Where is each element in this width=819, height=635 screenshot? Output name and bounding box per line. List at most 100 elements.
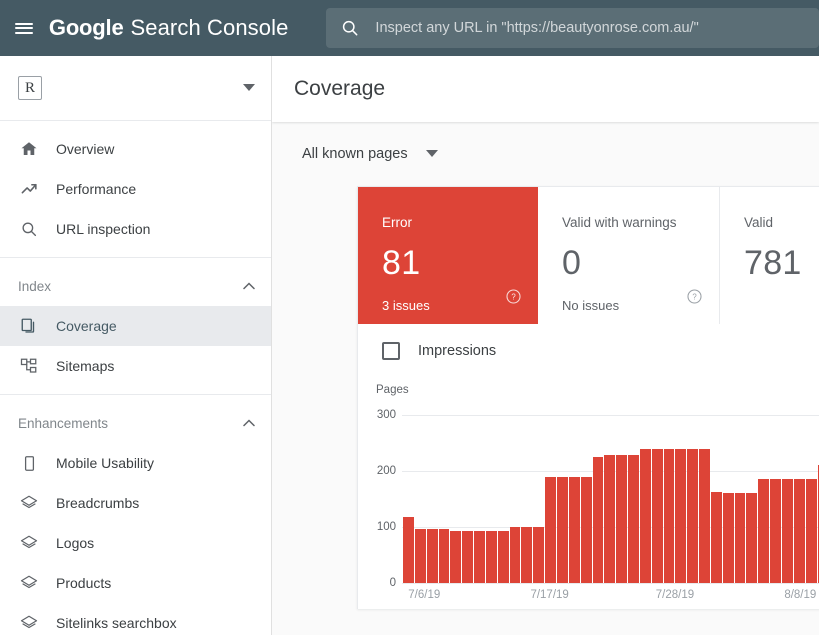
sidebar-item-sitelinks-searchbox[interactable]: Sitelinks searchbox	[0, 603, 271, 635]
sidebar-item-label: Coverage	[56, 318, 117, 334]
chart-bar[interactable]	[711, 492, 722, 583]
chart-bar[interactable]	[604, 455, 615, 583]
y-tick-label: 200	[358, 465, 396, 477]
sidebar-item-mobile-usability[interactable]: Mobile Usability	[0, 443, 271, 483]
nav-group-enhancements: Enhancements Mobile Usability Breadcrumb…	[0, 394, 271, 635]
sidebar: R Overview Performance URL inspection	[0, 56, 272, 635]
chart-bar[interactable]	[427, 529, 438, 583]
legend-label: Impressions	[418, 343, 496, 359]
chart-bar[interactable]	[616, 455, 627, 583]
help-circle-icon[interactable]: ?	[686, 288, 703, 310]
sidebar-item-logos[interactable]: Logos	[0, 523, 271, 563]
y-axis-label: Pages	[376, 384, 819, 396]
sidebar-item-label: URL inspection	[56, 221, 150, 237]
chart-bar[interactable]	[628, 455, 639, 583]
chevron-up-icon	[243, 419, 255, 427]
sidebar-item-coverage[interactable]: Coverage	[0, 306, 271, 346]
status-card-label: Error	[382, 215, 538, 230]
hamburger-icon[interactable]	[0, 0, 49, 56]
x-tick-label: 8/8/19	[784, 589, 816, 601]
svg-text:?: ?	[692, 293, 697, 302]
url-inspection-search-box[interactable]	[326, 8, 819, 48]
layers-icon	[18, 534, 40, 552]
filter-bar: All known pages	[272, 122, 819, 186]
sidebar-section-index[interactable]: Index	[0, 266, 271, 306]
page-header: Coverage	[272, 56, 819, 122]
chart-bar[interactable]	[521, 527, 532, 583]
status-card-value: 0	[562, 246, 719, 280]
help-circle-icon[interactable]: ?	[505, 288, 522, 310]
chart-bar[interactable]	[640, 449, 651, 583]
chevron-down-icon	[426, 150, 438, 158]
sidebar-item-label: Mobile Usability	[56, 455, 154, 471]
chart-bar[interactable]	[486, 531, 497, 583]
mobile-icon	[18, 455, 40, 472]
status-card-error[interactable]: Error 81 3 issues ?	[358, 187, 538, 324]
search-input[interactable]	[375, 20, 805, 36]
status-card-valid-with-warnings[interactable]: Valid with warnings 0 No issues ?	[538, 187, 720, 324]
sidebar-item-label: Performance	[56, 181, 136, 197]
chart-bar[interactable]	[735, 493, 746, 583]
layers-icon	[18, 614, 40, 632]
main-content: Coverage All known pages Error 81 3 issu…	[272, 56, 819, 635]
chart-bar[interactable]	[675, 449, 686, 583]
legend-impressions-toggle[interactable]: Impressions	[358, 342, 819, 360]
chart-bar[interactable]	[510, 527, 521, 583]
chart-bar[interactable]	[593, 457, 604, 583]
chart-bar[interactable]	[687, 449, 698, 583]
chart-bar[interactable]	[770, 479, 781, 583]
chart-bar[interactable]	[450, 531, 461, 583]
status-card-value: 81	[382, 246, 538, 280]
page-scope-label: All known pages	[302, 146, 408, 162]
svg-text:?: ?	[511, 293, 516, 302]
sidebar-item-url-inspection[interactable]: URL inspection	[0, 209, 271, 249]
page-scope-dropdown[interactable]: All known pages	[302, 146, 438, 162]
sidebar-item-products[interactable]: Products	[0, 563, 271, 603]
chart-bar[interactable]	[782, 479, 793, 583]
checkbox-icon[interactable]	[382, 342, 400, 360]
sidebar-item-performance[interactable]: Performance	[0, 169, 271, 209]
y-tick-label: 100	[358, 521, 396, 533]
nav-group-main: Overview Performance URL inspection	[0, 121, 271, 257]
status-card-row: Error 81 3 issues ? Valid with warnings …	[358, 187, 819, 324]
search-icon	[18, 220, 40, 238]
chart-bar[interactable]	[474, 531, 485, 583]
chart-bar[interactable]	[557, 477, 568, 583]
y-tick-label: 0	[358, 577, 396, 589]
chart-bar[interactable]	[569, 477, 580, 583]
chart-bars	[403, 415, 819, 583]
chart-bar[interactable]	[806, 479, 817, 583]
x-tick-label: 7/6/19	[408, 589, 440, 601]
sidebar-item-sitemaps[interactable]: Sitemaps	[0, 346, 271, 386]
chart-bar[interactable]	[462, 531, 473, 583]
chart-bar[interactable]	[794, 479, 805, 583]
sidebar-item-label: Logos	[56, 535, 94, 551]
chart-bar[interactable]	[664, 449, 675, 583]
sidebar-item-label: Products	[56, 575, 111, 591]
chart-bar[interactable]	[746, 493, 757, 583]
chart-bar[interactable]	[439, 529, 450, 583]
chart-bar[interactable]	[652, 449, 663, 583]
chart-bar[interactable]	[415, 529, 426, 583]
sidebar-item-overview[interactable]: Overview	[0, 129, 271, 169]
brand-google-text: Google	[49, 15, 124, 41]
chart-bar[interactable]	[758, 479, 769, 583]
sidebar-item-breadcrumbs[interactable]: Breadcrumbs	[0, 483, 271, 523]
chart-bar[interactable]	[723, 493, 734, 583]
search-icon	[340, 18, 360, 38]
chart-bar[interactable]	[581, 477, 592, 583]
sidebar-item-label: Sitelinks searchbox	[56, 615, 177, 631]
status-card-valid[interactable]: Valid 781	[720, 187, 819, 324]
sidebar-section-enhancements[interactable]: Enhancements	[0, 403, 271, 443]
chart-bar[interactable]	[533, 527, 544, 583]
chart-bar[interactable]	[545, 477, 556, 583]
page-title: Coverage	[294, 77, 385, 101]
chart-bar[interactable]	[498, 531, 509, 583]
chart-bar[interactable]	[403, 517, 414, 583]
coverage-chart: Impressions Pages 0100200300 7/6/197/17/…	[358, 324, 819, 609]
chart-bar[interactable]	[699, 449, 710, 583]
property-selector[interactable]: R	[0, 56, 271, 121]
status-card-value: 781	[744, 246, 819, 280]
brand-logo[interactable]: Google Search Console	[49, 15, 289, 41]
sidebar-section-label: Enhancements	[18, 416, 108, 431]
